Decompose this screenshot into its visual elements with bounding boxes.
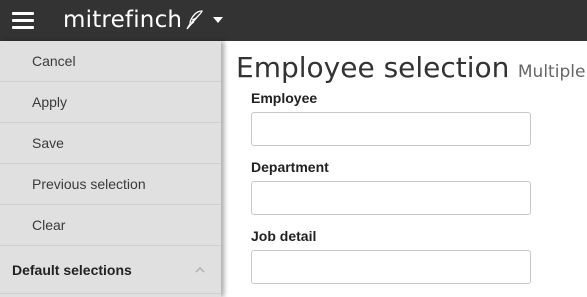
sidebar: Cancel Apply Save Previous selection Cle… bbox=[0, 41, 221, 297]
apply-menu-item[interactable]: Apply bbox=[0, 82, 221, 123]
department-input[interactable] bbox=[251, 181, 531, 215]
menu-item-label: Save bbox=[32, 135, 64, 151]
section-label: Default selections bbox=[12, 261, 132, 278]
clear-menu-item[interactable]: Clear bbox=[0, 205, 221, 246]
brand-menu[interactable]: mitrefinch bbox=[63, 6, 224, 34]
chevron-up-icon bbox=[195, 266, 205, 273]
employee-label: Employee bbox=[251, 90, 318, 106]
page-title: Employee selection bbox=[236, 51, 510, 84]
caret-down-icon bbox=[213, 17, 224, 23]
page-subtitle: Multiple bbox=[517, 62, 586, 82]
main-content: Employee selection Multiple Employee Dep… bbox=[236, 41, 587, 297]
brand-name: mitrefinch bbox=[63, 7, 183, 33]
previous-selection-menu-item[interactable]: Previous selection bbox=[0, 164, 221, 205]
default-selections-section[interactable]: Default selections bbox=[0, 246, 221, 294]
save-menu-item[interactable]: Save bbox=[0, 123, 221, 164]
menu-item-label: Cancel bbox=[32, 53, 76, 69]
job-detail-label: Job detail bbox=[251, 228, 317, 244]
employee-input[interactable] bbox=[251, 112, 531, 146]
cancel-menu-item[interactable]: Cancel bbox=[0, 41, 221, 82]
department-label: Department bbox=[251, 159, 329, 175]
page-heading: Employee selection Multiple bbox=[236, 51, 585, 84]
top-bar: mitrefinch bbox=[0, 0, 587, 41]
menu-item-label: Previous selection bbox=[32, 176, 146, 192]
menu-item-label: Clear bbox=[32, 217, 66, 233]
menu-icon[interactable] bbox=[12, 12, 34, 29]
job-detail-input[interactable] bbox=[251, 250, 531, 284]
menu-item-label: Apply bbox=[32, 94, 68, 110]
feather-icon bbox=[186, 10, 203, 30]
